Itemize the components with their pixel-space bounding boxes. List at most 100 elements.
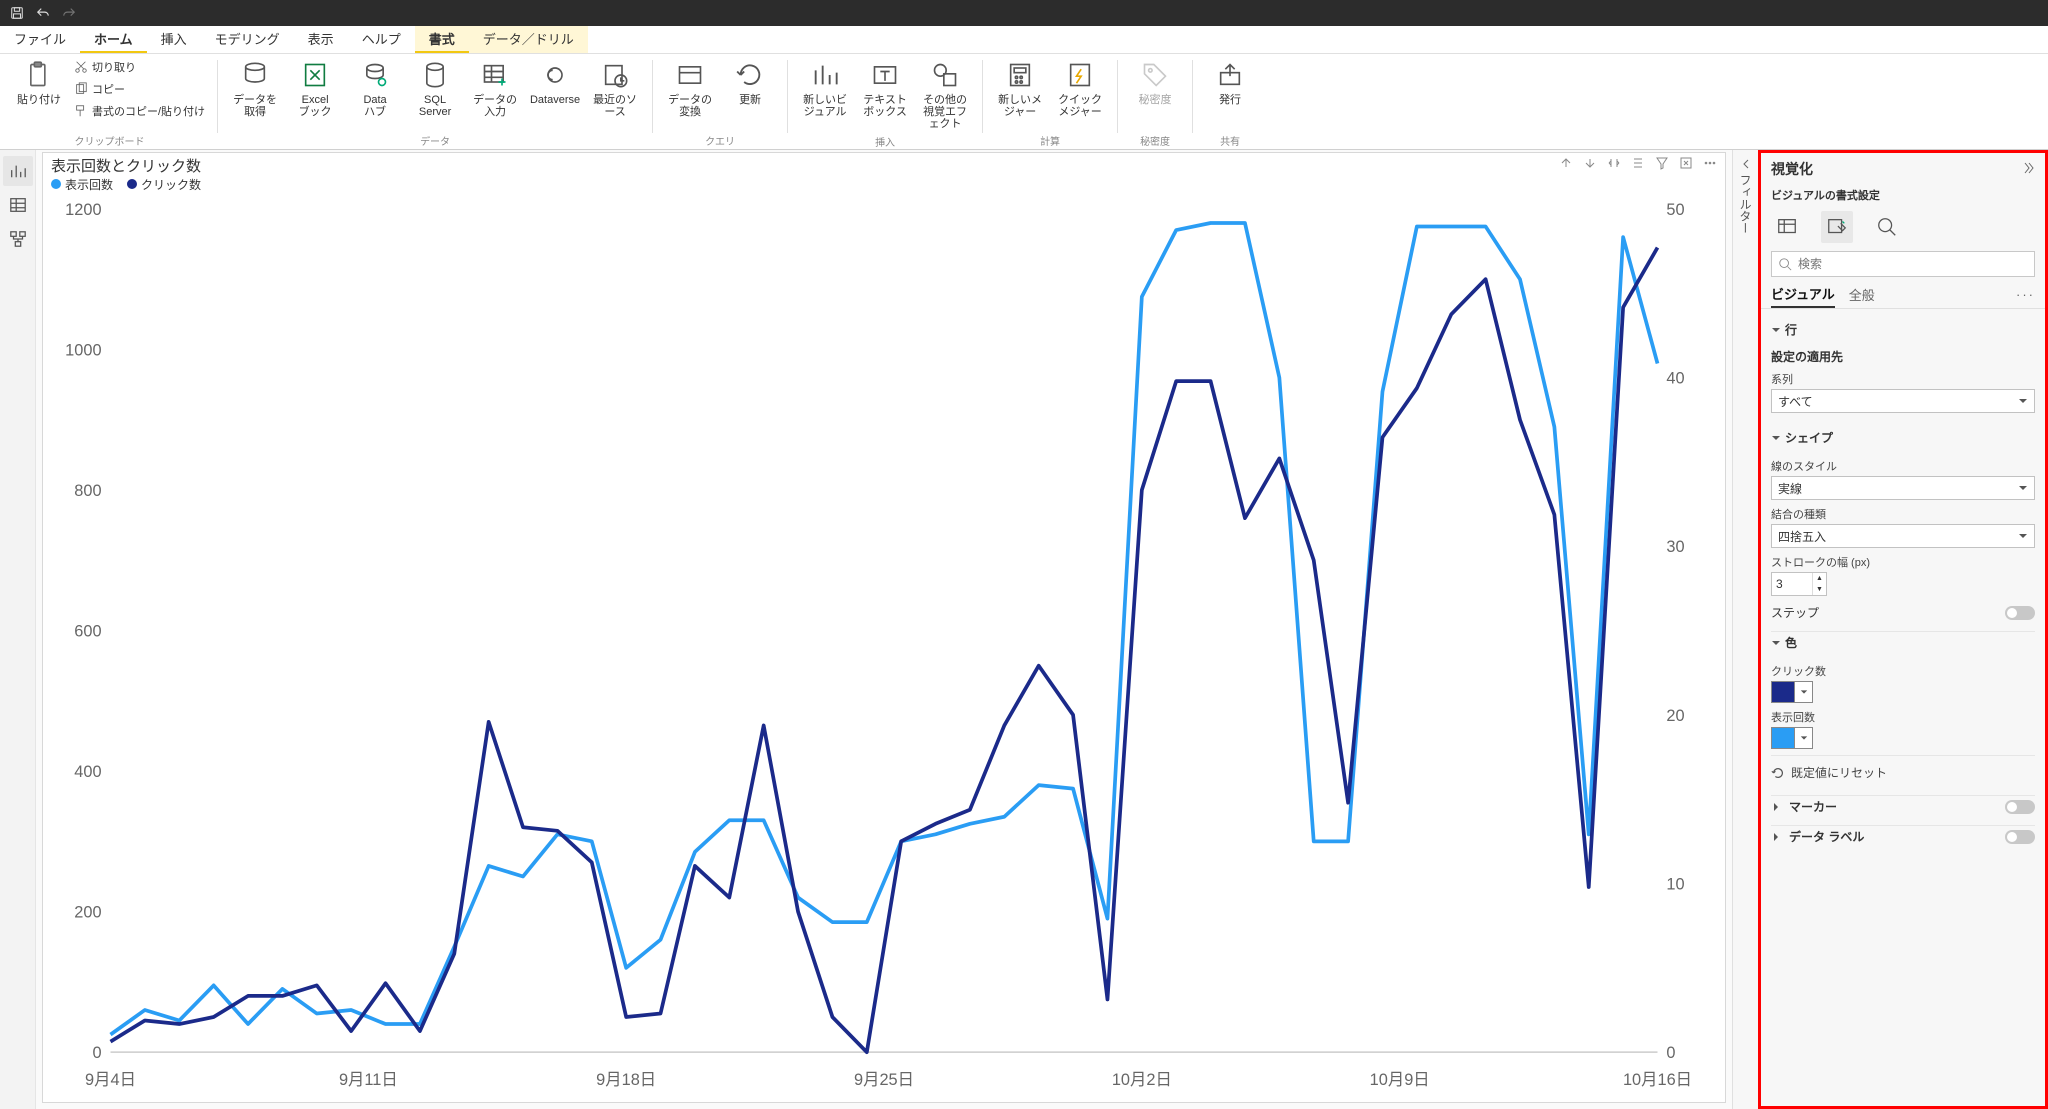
tab-insert[interactable]: 挿入 <box>147 26 201 53</box>
step-label: ステップ <box>1771 604 1819 621</box>
visual-toolbar <box>1559 156 1717 175</box>
stroke-width-label: ストロークの幅 (px) <box>1771 554 2035 570</box>
section-data-labels[interactable]: データ ラベル <box>1771 828 1864 845</box>
join-type-dropdown[interactable]: 四捨五入 <box>1771 524 2035 548</box>
spin-up-icon[interactable]: ▲ <box>1812 573 1826 584</box>
undo-icon[interactable] <box>34 4 52 22</box>
spin-down-icon[interactable]: ▼ <box>1812 584 1826 595</box>
more-visuals-button[interactable]: その他の視覚エフェクト <box>916 56 974 132</box>
markers-toggle[interactable] <box>2005 800 2035 814</box>
tab-modeling[interactable]: モデリング <box>201 26 294 53</box>
format-visual-tab[interactable] <box>1821 211 1853 243</box>
ribbon-group-calc: 新しいメジャー クイック メジャー 計算 <box>987 56 1113 149</box>
ribbon-group-insert: 新しいビジュアル テキスト ボックス その他の視覚エフェクト 挿入 <box>792 56 978 149</box>
chart-plot-area: 020040060080010001200010203040509月4日9月11… <box>51 197 1717 1094</box>
series-dropdown[interactable]: すべて <box>1771 389 2035 413</box>
refresh-button[interactable]: 更新 <box>721 56 779 108</box>
format-more-icon[interactable]: ··· <box>2016 287 2035 302</box>
table-plus-icon <box>478 58 512 92</box>
svg-text:400: 400 <box>74 763 101 781</box>
copy-button[interactable]: コピー <box>70 78 209 100</box>
format-tab-general[interactable]: 全般 <box>1849 281 1875 308</box>
tab-format[interactable]: 書式 <box>415 26 469 53</box>
drill-up-icon[interactable] <box>1559 156 1573 175</box>
more-options-icon[interactable] <box>1703 156 1717 175</box>
color-clicks-swatch[interactable] <box>1771 681 1795 703</box>
drill-down-icon[interactable] <box>1583 156 1597 175</box>
publish-icon <box>1213 58 1247 92</box>
menu-tabs: ファイル ホーム 挿入 モデリング 表示 ヘルプ 書式 データ／ドリル <box>0 26 2048 54</box>
focus-icon[interactable] <box>1679 156 1693 175</box>
titlebar <box>0 0 2048 26</box>
svg-text:0: 0 <box>92 1044 101 1062</box>
redo-icon[interactable] <box>60 4 78 22</box>
tab-view[interactable]: 表示 <box>294 26 348 53</box>
format-painter-button[interactable]: 書式のコピー/貼り付け <box>70 100 209 122</box>
line-chart-visual[interactable]: 表示回数とクリック数 表示回数 クリック数 020040060080010001… <box>42 152 1726 1103</box>
new-visual-button[interactable]: 新しいビジュアル <box>796 56 854 120</box>
format-tab-visual[interactable]: ビジュアル <box>1771 281 1835 308</box>
report-view-button[interactable] <box>3 156 33 186</box>
analytics-tab[interactable] <box>1871 211 1903 243</box>
step-toggle[interactable] <box>2005 606 2035 620</box>
excel-button[interactable]: Excel ブック <box>286 56 344 120</box>
color-impressions-label: 表示回数 <box>1771 709 2035 725</box>
shapes-icon <box>928 58 962 92</box>
datahub-button[interactable]: Data ハブ <box>346 56 404 120</box>
data-labels-toggle[interactable] <box>2005 830 2035 844</box>
reset-to-default[interactable]: 既定値にリセット <box>1771 755 2035 789</box>
transform-icon <box>673 58 707 92</box>
section-lines[interactable]: 行 <box>1771 315 2035 344</box>
pane-subtitle: ビジュアルの書式設定 <box>1761 185 2045 205</box>
recent-sources-button[interactable]: 最近のソース <box>586 56 644 120</box>
publish-button[interactable]: 発行 <box>1201 56 1259 108</box>
filter-pane-collapsed[interactable]: フィルター <box>1732 150 1758 1109</box>
get-data-button[interactable]: データを取得 <box>226 56 284 120</box>
hierarchy-icon[interactable] <box>1631 156 1645 175</box>
tab-data-drill[interactable]: データ／ドリル <box>469 26 588 53</box>
paste-button[interactable]: 貼り付け <box>10 56 68 108</box>
tab-home[interactable]: ホーム <box>80 26 147 53</box>
tab-file[interactable]: ファイル <box>0 26 80 53</box>
line-style-dropdown[interactable]: 実線 <box>1771 476 2035 500</box>
refresh-icon <box>733 58 767 92</box>
chart-icon <box>808 58 842 92</box>
ribbon-group-query: データの変換 更新 クエリ <box>657 56 783 149</box>
transform-button[interactable]: データの変換 <box>661 56 719 120</box>
section-markers[interactable]: マーカー <box>1771 798 1837 815</box>
dataverse-button[interactable]: Dataverse <box>526 56 584 108</box>
data-view-button[interactable] <box>3 190 33 220</box>
sql-button[interactable]: SQL Server <box>406 56 464 120</box>
main-area: 表示回数とクリック数 表示回数 クリック数 020040060080010001… <box>0 150 2048 1109</box>
enter-data-button[interactable]: データの入力 <box>466 56 524 120</box>
tab-help[interactable]: ヘルプ <box>348 26 415 53</box>
section-shape[interactable]: シェイプ <box>1771 423 2035 452</box>
filter-icon[interactable] <box>1655 156 1669 175</box>
build-visual-tab[interactable] <box>1771 211 1803 243</box>
color-impressions-swatch[interactable] <box>1771 727 1795 749</box>
search-input[interactable] <box>1798 257 2028 271</box>
model-view-button[interactable] <box>3 224 33 254</box>
new-measure-button[interactable]: 新しいメジャー <box>991 56 1049 120</box>
svg-text:10月9日: 10月9日 <box>1370 1071 1430 1089</box>
measure-icon <box>1003 58 1037 92</box>
quick-measure-icon <box>1063 58 1097 92</box>
join-type-label: 結合の種類 <box>1771 506 2035 522</box>
cut-button[interactable]: 切り取り <box>70 56 209 78</box>
recent-icon <box>598 58 632 92</box>
svg-text:40: 40 <box>1666 370 1684 388</box>
stroke-width-input[interactable]: 3▲▼ <box>1771 572 1827 596</box>
save-icon[interactable] <box>8 4 26 22</box>
visual-title: 表示回数とクリック数 <box>51 155 201 176</box>
textbox-button[interactable]: テキスト ボックス <box>856 56 914 120</box>
format-search[interactable] <box>1771 251 2035 277</box>
expand-icon[interactable] <box>1607 156 1621 175</box>
ribbon-group-clipboard: 貼り付け 切り取り コピー 書式のコピー/貼り付け クリップボード <box>6 56 213 149</box>
color-impressions-dropdown[interactable] <box>1795 727 1813 749</box>
section-color[interactable]: 色 <box>1771 631 2035 657</box>
quick-measure-button[interactable]: クイック メジャー <box>1051 56 1109 120</box>
color-clicks-dropdown[interactable] <box>1795 681 1813 703</box>
svg-text:1000: 1000 <box>65 341 101 359</box>
line-style-label: 線のスタイル <box>1771 458 2035 474</box>
expand-pane-icon[interactable] <box>2021 161 2035 178</box>
